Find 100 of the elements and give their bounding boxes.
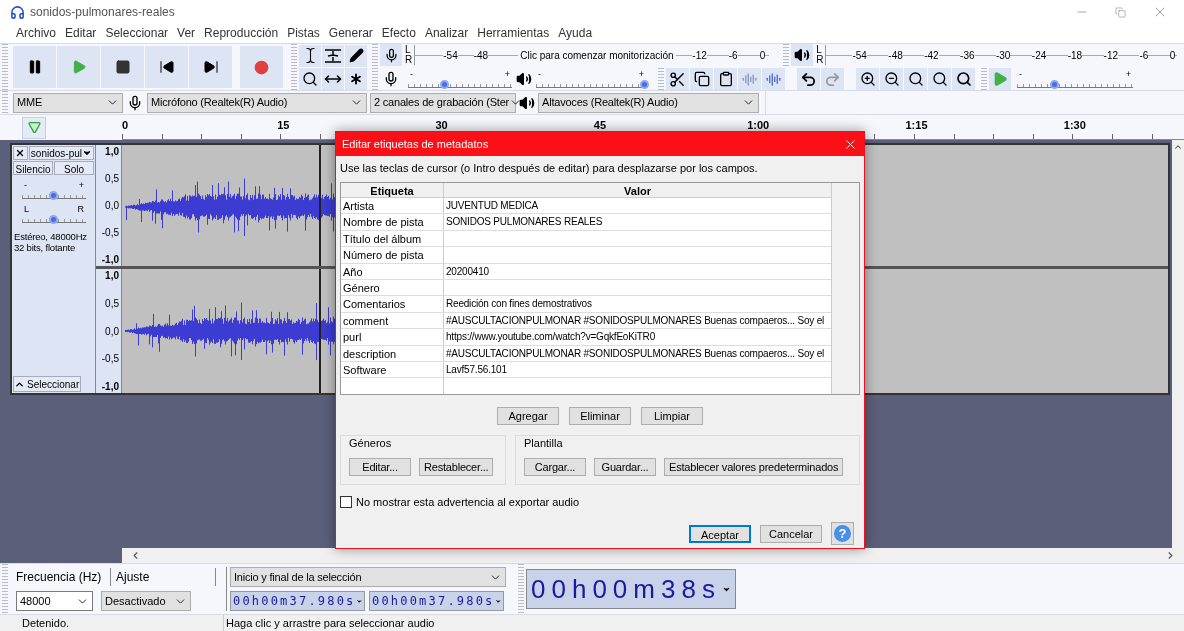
select-track-button[interactable]: Seleccionar xyxy=(13,376,82,392)
window-title: sonidos-pulmonares-reales xyxy=(30,4,175,21)
group-button[interactable]: Cargar... xyxy=(524,457,586,476)
value-cell[interactable]: 20200410 xyxy=(444,263,831,279)
zoom-out-button[interactable] xyxy=(880,68,903,90)
dialog-hint: Use las teclas de cursor (o Intro después de editar) para desplazarse por los campos. xyxy=(340,161,759,176)
value-cell[interactable]: #AUSCULTACIONPULMONAR #SONIDOSPULMONARES Buenas compaeros... Soy el xyxy=(444,312,831,329)
group-button[interactable]: Guardar... xyxy=(594,457,656,476)
slider-thumb[interactable] xyxy=(1050,80,1060,89)
tag-cell[interactable]: Software xyxy=(341,361,444,378)
time-field[interactable]: 00h00m37.980s xyxy=(369,591,504,611)
menu-item[interactable]: Efecto xyxy=(381,24,416,42)
group-button[interactable]: Restablecer... xyxy=(419,457,494,476)
checkbox[interactable] xyxy=(340,496,352,509)
stop-button[interactable] xyxy=(101,46,144,88)
input-device-select[interactable]: Micrófono (Realtek(R) Audio) xyxy=(147,92,367,113)
tag-cell[interactable]: comment xyxy=(341,312,444,329)
tag-cell[interactable]: Género xyxy=(341,279,444,296)
column-header[interactable]: Etiqueta xyxy=(341,183,444,197)
fit-project-button[interactable] xyxy=(928,68,951,90)
pause-button[interactable] xyxy=(13,46,56,88)
silence-button[interactable] xyxy=(762,68,785,90)
record-button[interactable] xyxy=(240,46,283,88)
selection-tool-button[interactable] xyxy=(299,44,321,67)
record-meter[interactable]: -54 -48 Clic para comenzar monitorización -12 -6 0 xyxy=(414,45,770,65)
menu-item[interactable]: Pistas xyxy=(287,24,320,42)
menu-item[interactable]: Reproducción xyxy=(204,24,279,42)
tag-cell[interactable]: purl xyxy=(341,329,444,345)
value-cell[interactable]: Reedición con fines demostrativos xyxy=(444,296,831,312)
slider-thumb[interactable] xyxy=(639,80,649,89)
mute-button[interactable]: Silencio xyxy=(13,161,53,175)
value-cell[interactable]: SONIDOS PULMONARES REALES xyxy=(444,214,831,230)
menu-item[interactable]: Seleccionar xyxy=(105,24,169,42)
rate-select[interactable]: 48000 xyxy=(16,591,93,611)
zoom-tool-button[interactable] xyxy=(299,67,321,90)
toolbar-grip[interactable] xyxy=(291,44,297,90)
tag-cell[interactable]: Comentarios xyxy=(341,296,444,312)
value-cell[interactable]: JUVENTUD MEDICA xyxy=(444,198,831,214)
slider-thumb[interactable] xyxy=(48,215,58,224)
selection-mode-select[interactable]: Inicio y final de la selección xyxy=(230,567,506,587)
snap-select[interactable]: Desactivado xyxy=(101,591,191,611)
cut-button[interactable] xyxy=(666,68,689,90)
menu-item[interactable]: Analizar xyxy=(424,24,469,42)
tag-cell[interactable]: Artista xyxy=(341,198,444,214)
dialog-button[interactable]: Cancelar xyxy=(760,524,822,543)
record-meter-button[interactable] xyxy=(380,44,402,66)
menu-item[interactable]: Archivo xyxy=(16,24,56,42)
zoom-toggle-button[interactable] xyxy=(952,68,975,90)
menu-item[interactable]: Herramientas xyxy=(477,24,550,42)
tag-cell[interactable]: description xyxy=(341,345,444,361)
toolbar-grip[interactable] xyxy=(372,44,378,66)
table-action-button[interactable]: Limpiar xyxy=(641,407,703,426)
timeline-label: 1:00 xyxy=(747,118,770,133)
paste-button[interactable] xyxy=(714,68,737,90)
group-button[interactable]: Establecer valores predeterminados xyxy=(664,457,844,476)
time-field[interactable]: 00h00m37.980s xyxy=(230,591,365,611)
toolbar-grip[interactable] xyxy=(783,44,790,66)
slider-thumb[interactable] xyxy=(440,80,450,89)
toolbar-grip[interactable] xyxy=(658,68,664,90)
playback-meter-button[interactable] xyxy=(791,44,814,66)
tag-cell[interactable]: Nombre de pista xyxy=(341,214,444,230)
zoom-in-button[interactable] xyxy=(856,68,879,90)
time-display[interactable]: 00h00m38s xyxy=(526,569,736,609)
host-select[interactable]: MME xyxy=(13,92,123,113)
value-cell[interactable]: Lavf57.56.101 xyxy=(444,361,831,378)
multi-tool-button[interactable] xyxy=(345,67,367,90)
skip-to-end-button[interactable] xyxy=(189,46,232,88)
tag-cell[interactable]: Título del álbum xyxy=(341,230,444,247)
fit-selection-button[interactable] xyxy=(904,68,927,90)
skip-to-start-button[interactable] xyxy=(145,46,188,88)
column-header[interactable]: Valor xyxy=(444,183,831,197)
slider-thumb[interactable] xyxy=(48,191,58,200)
horizontal-scrollbar[interactable] xyxy=(122,548,1184,563)
time-shift-tool-button[interactable] xyxy=(322,67,344,90)
menu-item[interactable]: Ayuda xyxy=(558,24,593,42)
value-cell[interactable]: #AUSCULTACIONPULMONAR #SONIDOSPULMONARES Buenas compaeros... Soy el xyxy=(444,345,831,361)
value-cell[interactable]: https://www.youtube.com/watch?v=GqkfEoKiTR0 xyxy=(444,329,831,345)
copy-button[interactable] xyxy=(690,68,713,90)
output-device-select[interactable]: Altavoces (Realtek(R) Audio) xyxy=(538,92,759,113)
draw-tool-button[interactable] xyxy=(345,44,367,67)
track-name-menu[interactable]: sonidos-pul xyxy=(28,146,94,160)
tag-cell[interactable]: Año xyxy=(341,263,444,279)
table-action-button[interactable]: Agregar xyxy=(497,407,559,426)
menu-item[interactable]: Ver xyxy=(177,24,196,42)
play-head-button[interactable] xyxy=(22,116,46,139)
table-action-button[interactable]: Eliminar xyxy=(569,407,631,426)
solo-button[interactable]: Solo xyxy=(54,161,94,175)
playback-meter[interactable]: -54 -48 -42 -36 -30 -24 -18 -12 -6 0 xyxy=(825,45,1178,65)
menu-item[interactable]: Editar xyxy=(65,24,97,42)
undo-button[interactable] xyxy=(797,68,820,90)
vertical-scrollbar[interactable] xyxy=(1172,140,1184,548)
toolbar-grip[interactable] xyxy=(981,68,987,90)
dialog-button[interactable]: Aceptar xyxy=(689,524,751,543)
envelope-tool-button[interactable] xyxy=(322,44,344,67)
tag-cell[interactable]: Número de pista xyxy=(341,247,444,263)
play-at-speed-button[interactable] xyxy=(989,68,1011,90)
toolbar-grip[interactable] xyxy=(518,564,524,614)
menu-item[interactable]: Generar xyxy=(328,24,373,42)
slider-max-label: + xyxy=(1125,70,1131,79)
group-button[interactable]: Editar... xyxy=(349,457,411,476)
